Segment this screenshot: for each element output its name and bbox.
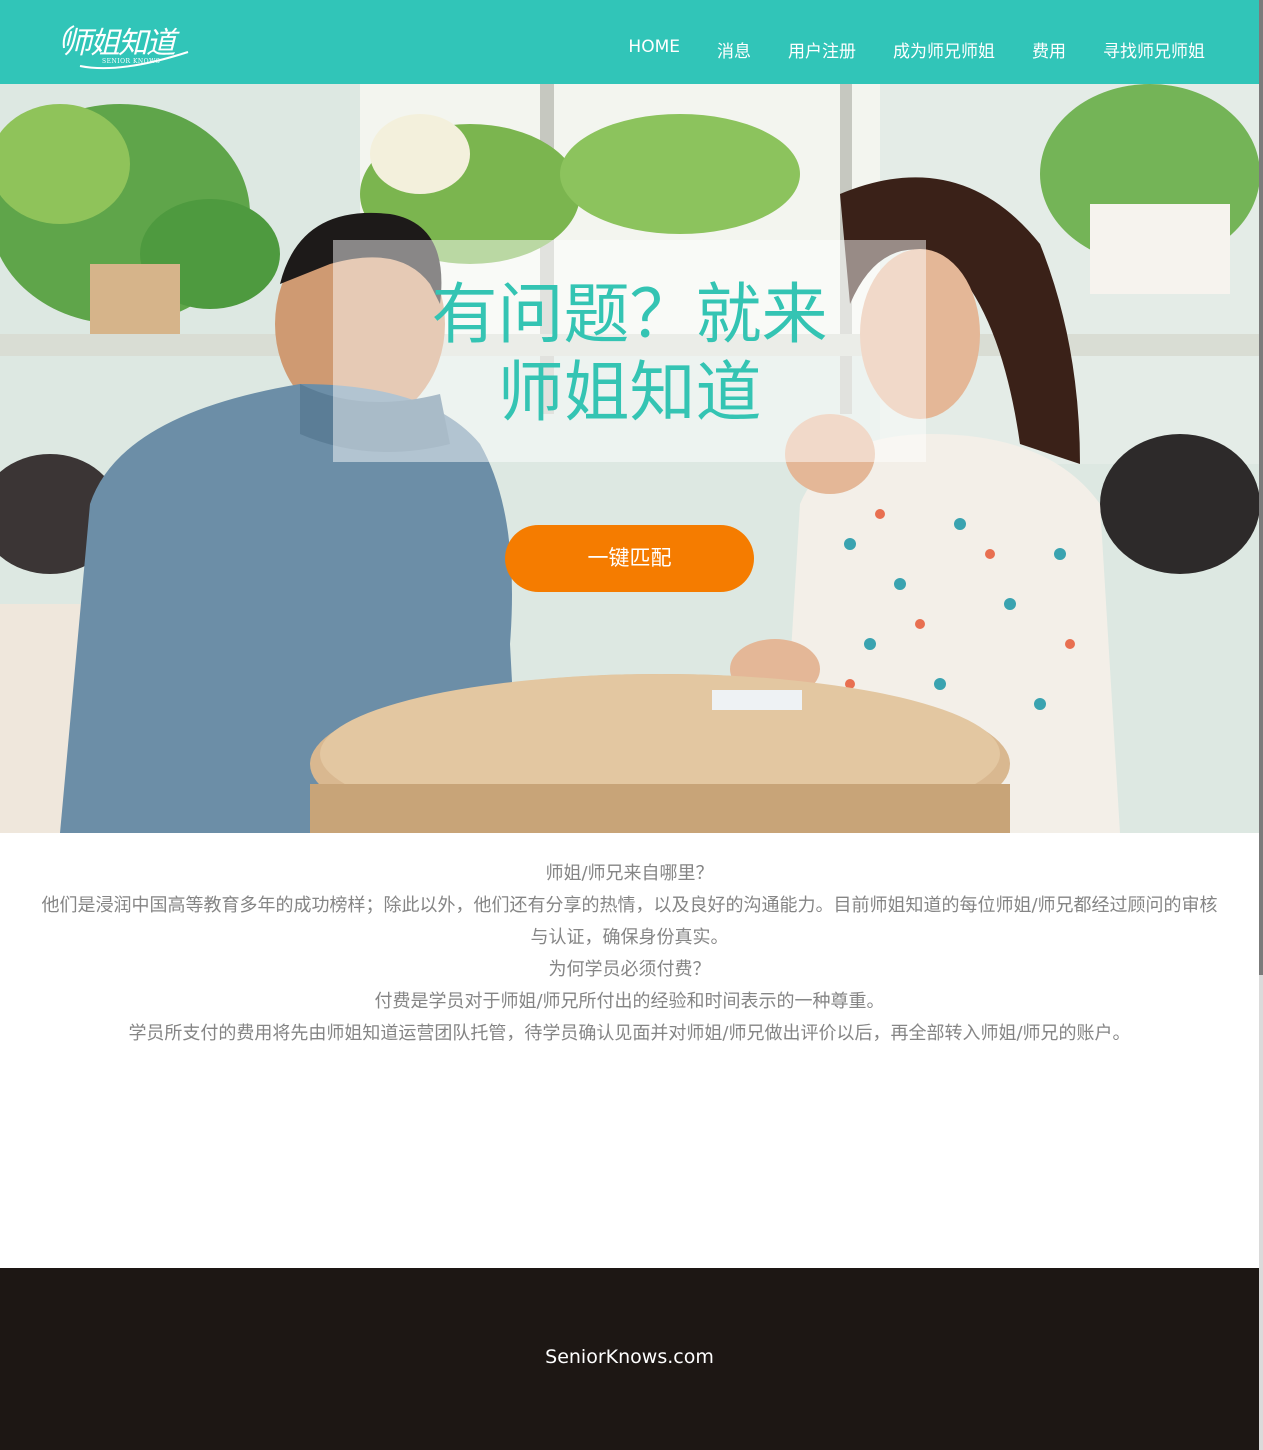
faq-answer-origin: 他们是浸润中国高等教育多年的成功榜样；除此以外，他们还有分享的热情，以及良好的沟…: [41, 895, 1218, 948]
nav-item-register[interactable]: 用户注册: [788, 37, 856, 62]
one-click-match-button[interactable]: 一键匹配: [505, 525, 754, 592]
hero-section: 有问题？就来 师姐知道 一键匹配: [0, 84, 1259, 833]
main-nav: HOME 消息 用户注册 成为师兄师姐 费用 寻找师兄师姐: [591, 37, 1205, 62]
hero-headline-box: 有问题？就来 师姐知道: [333, 240, 926, 462]
nav-item-messages[interactable]: 消息: [717, 37, 751, 62]
faq-question-origin: 师姐/师兄来自哪里？: [545, 863, 714, 884]
info-section: 师姐/师兄来自哪里？ 他们是浸润中国高等教育多年的成功榜样；除此以外，他们还有分…: [40, 858, 1219, 1050]
site-logo[interactable]: 师姐知道 SENIOR KNOWS: [60, 18, 192, 76]
nav-item-become-senior[interactable]: 成为师兄师姐: [893, 37, 995, 62]
faq-answer-payment-1: 付费是学员对于师姐/师兄所付出的经验和时间表示的一种尊重。: [374, 991, 885, 1012]
footer-site-name: SeniorKnows.com: [545, 1346, 714, 1368]
site-footer: SeniorKnows.com: [0, 1268, 1259, 1450]
page: 师姐知道 SENIOR KNOWS HOME 消息 用户注册 成为师兄师姐 费用…: [0, 0, 1259, 1450]
scrollbar-thumb[interactable]: [1259, 0, 1263, 975]
nav-item-find-senior[interactable]: 寻找师兄师姐: [1103, 37, 1205, 62]
page-scrollbar[interactable]: [1259, 0, 1263, 1450]
logo-subtext: SENIOR KNOWS: [102, 58, 161, 65]
hero-headline-line1: 有问题？就来: [431, 276, 828, 353]
nav-item-fees[interactable]: 费用: [1032, 37, 1066, 62]
logo-text: 师姐知道: [62, 26, 176, 61]
faq-question-payment: 为何学员必须付费？: [548, 959, 711, 980]
faq-answer-payment-2: 学员所支付的费用将先由师姐知道运营团队托管，待学员确认见面并对师姐/师兄做出评价…: [128, 1023, 1131, 1044]
nav-item-home[interactable]: HOME: [628, 37, 680, 62]
top-navbar: 师姐知道 SENIOR KNOWS HOME 消息 用户注册 成为师兄师姐 费用…: [0, 0, 1259, 84]
hero-headline-line2: 师姐知道: [497, 354, 762, 431]
